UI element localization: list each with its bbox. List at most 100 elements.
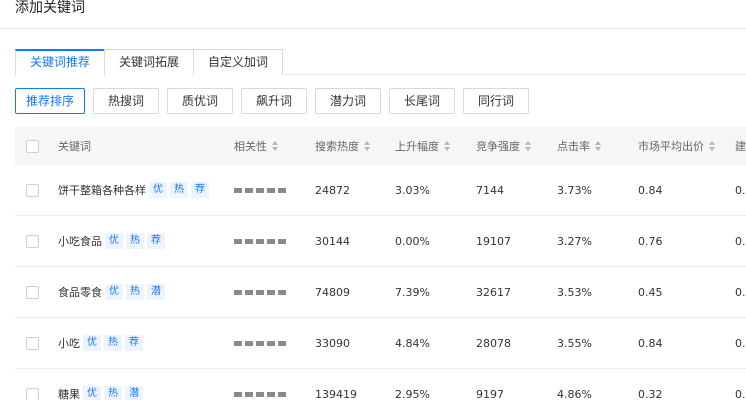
competition-value: 32617 [476, 285, 511, 299]
filter-quality[interactable]: 质优词 [167, 88, 234, 114]
row-checkbox[interactable] [26, 336, 39, 350]
column-ctr-sort[interactable]: 点击率 [557, 127, 601, 165]
sort-icon [364, 141, 370, 151]
tag-badge: 潜 [125, 386, 143, 400]
filter-bar: 推荐排序 热搜词 质优词 飙升词 潜力词 长尾词 同行词 [15, 88, 537, 114]
tag-badge: 荐 [147, 233, 165, 249]
select-all-checkbox[interactable] [26, 139, 39, 153]
suggested-value: 0.3 [735, 387, 746, 400]
rise-value: 2.95% [395, 387, 430, 400]
tag-badge: 荐 [191, 182, 209, 198]
search-heat-value: 33090 [315, 336, 350, 350]
rise-value: 4.84% [395, 336, 430, 350]
column-relevance-sort[interactable]: 相关性 [234, 127, 278, 165]
column-ctr: 点击率 [557, 140, 590, 153]
suggested-value: 0.6 [735, 234, 746, 248]
row-checkbox[interactable] [26, 387, 39, 400]
tab-keyword-expand[interactable]: 关键词拓展 [104, 49, 195, 75]
column-search-heat: 搜索热度 [315, 140, 359, 153]
ctr-value: 4.86% [557, 387, 592, 400]
table-row: 小吃 优 热 荐 33090 4.84% 28078 3.55% 0.84 0.… [15, 318, 746, 369]
suggested-value: 0.6 [735, 183, 746, 197]
avg-price-value: 0.76 [638, 234, 663, 248]
tag-badge: 优 [149, 182, 167, 198]
keyword-text: 食品零食 [58, 286, 102, 299]
column-search-heat-sort[interactable]: 搜索热度 [315, 127, 370, 165]
tag-badge: 优 [105, 233, 123, 249]
tag-badge: 优 [83, 386, 101, 400]
search-heat-value: 139419 [315, 387, 357, 400]
column-rise-sort[interactable]: 上升幅度 [395, 127, 450, 165]
keyword-table: 关键词 相关性 搜索热度 上升幅度 竞争强度 点击率 市场平均出价 建 饼干整箱… [15, 127, 746, 400]
rise-value: 3.03% [395, 183, 430, 197]
filter-long-tail[interactable]: 长尾词 [389, 88, 456, 114]
filter-hot-search[interactable]: 热搜词 [93, 88, 160, 114]
keyword-tabs: 关键词推荐 关键词拓展 自定义加词 [15, 49, 284, 75]
filter-potential[interactable]: 潜力词 [315, 88, 382, 114]
ctr-value: 3.27% [557, 234, 592, 248]
filter-rising[interactable]: 飙升词 [241, 88, 308, 114]
column-suggested: 建 [735, 140, 746, 153]
competition-value: 9197 [476, 387, 504, 400]
filter-competitor[interactable]: 同行词 [463, 88, 530, 114]
tab-keyword-recommend[interactable]: 关键词推荐 [15, 49, 106, 75]
column-keyword: 关键词 [58, 140, 91, 153]
relevance-bar [234, 391, 289, 397]
tag-badge: 热 [126, 284, 144, 300]
relevance-bar [234, 340, 289, 346]
column-rise: 上升幅度 [395, 140, 439, 153]
relevance-bar [234, 238, 289, 244]
column-avg-price-sort[interactable]: 市场平均出价 [638, 127, 715, 165]
row-checkbox[interactable] [26, 234, 39, 248]
tabs-divider [285, 74, 746, 75]
suggested-value: 0.3 [735, 285, 746, 299]
keyword-text: 饼干整箱各种各样 [58, 184, 146, 197]
sort-icon [272, 141, 278, 151]
row-checkbox[interactable] [26, 285, 39, 299]
avg-price-value: 0.84 [638, 183, 663, 197]
row-checkbox[interactable] [26, 183, 39, 197]
search-heat-value: 24872 [315, 183, 350, 197]
keyword-text: 小吃食品 [58, 235, 102, 248]
suggested-value: 0.8 [735, 336, 746, 350]
keyword-text: 糖果 [58, 388, 80, 400]
tag-badge: 热 [104, 386, 122, 400]
search-heat-value: 30144 [315, 234, 350, 248]
competition-value: 7144 [476, 183, 504, 197]
relevance-bar [234, 289, 289, 295]
table-row: 饼干整箱各种各样 优 热 荐 24872 3.03% 7144 3.73% 0.… [15, 165, 746, 216]
competition-value: 19107 [476, 234, 511, 248]
filter-recommend-sort[interactable]: 推荐排序 [15, 88, 86, 114]
table-row: 小吃食品 优 热 荐 30144 0.00% 19107 3.27% 0.76 … [15, 216, 746, 267]
relevance-bar [234, 187, 289, 193]
tag-badge: 优 [105, 284, 123, 300]
ctr-value: 3.55% [557, 336, 592, 350]
tag-badge: 热 [104, 335, 122, 351]
sort-icon [709, 141, 715, 151]
tag-badge: 潜 [147, 284, 165, 300]
tag-badge: 荐 [125, 335, 143, 351]
tag-badge: 热 [170, 182, 188, 198]
tag-badge: 热 [126, 233, 144, 249]
sort-icon [444, 141, 450, 151]
ctr-value: 3.73% [557, 183, 592, 197]
column-competition-sort[interactable]: 竞争强度 [476, 127, 531, 165]
avg-price-value: 0.84 [638, 336, 663, 350]
column-avg-price: 市场平均出价 [638, 140, 704, 153]
competition-value: 28078 [476, 336, 511, 350]
dialog-title: 添加关键词 [15, 0, 85, 16]
rise-value: 7.39% [395, 285, 430, 299]
avg-price-value: 0.45 [638, 285, 663, 299]
keyword-text: 小吃 [58, 337, 80, 350]
rise-value: 0.00% [395, 234, 430, 248]
tab-custom-add[interactable]: 自定义加词 [193, 49, 284, 75]
search-heat-value: 74809 [315, 285, 350, 299]
tag-badge: 优 [83, 335, 101, 351]
avg-price-value: 0.32 [638, 387, 663, 400]
column-competition: 竞争强度 [476, 140, 520, 153]
sort-icon [525, 141, 531, 151]
title-divider [0, 28, 746, 29]
ctr-value: 3.53% [557, 285, 592, 299]
column-relevance: 相关性 [234, 140, 267, 153]
sort-icon [595, 141, 601, 151]
